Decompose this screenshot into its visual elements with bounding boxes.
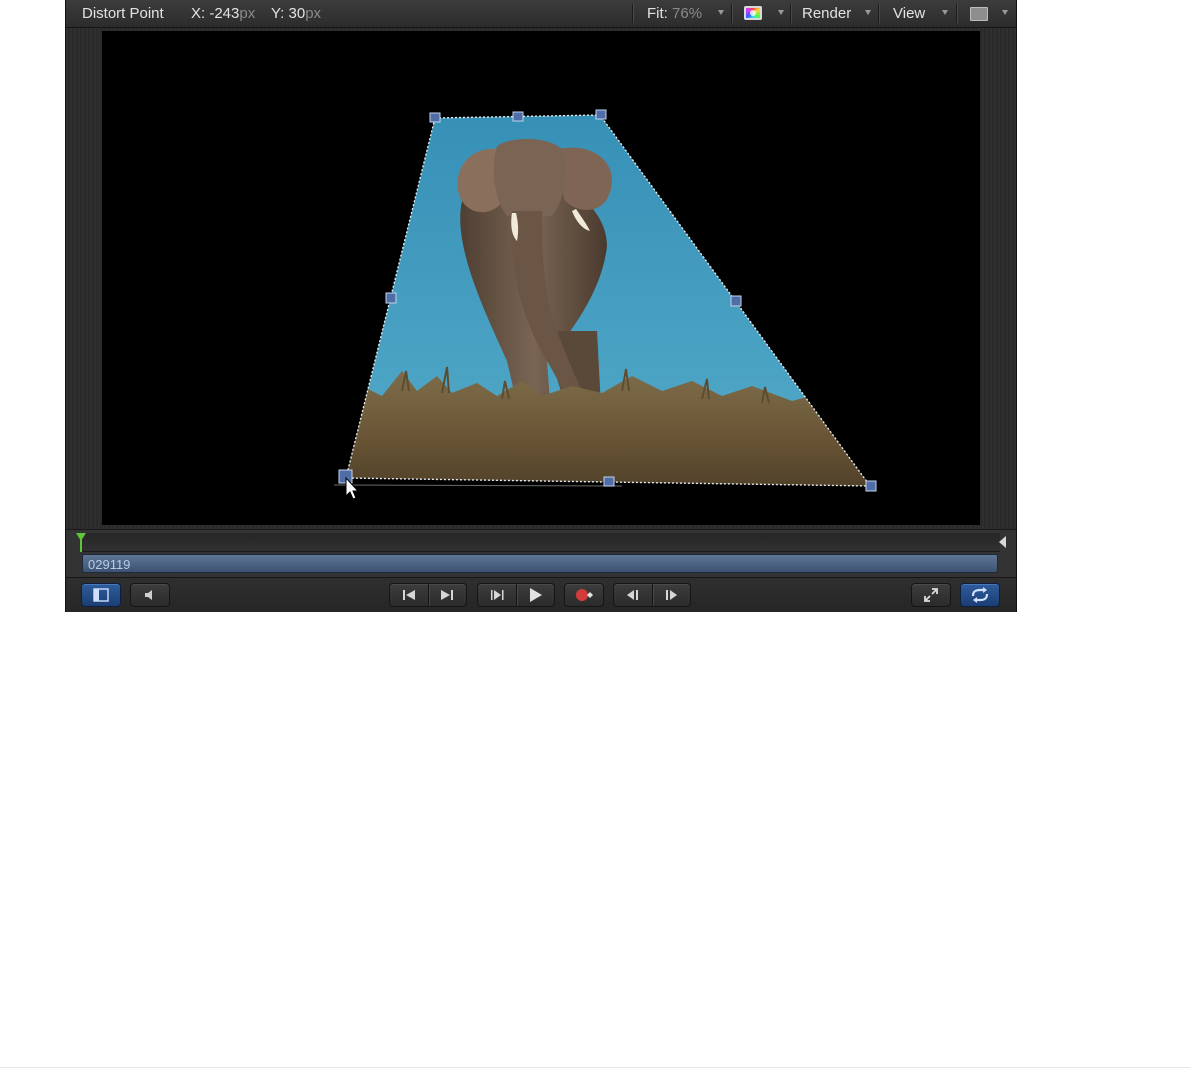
separator [790,4,791,23]
x-value: X: -243 [191,5,240,22]
separator [956,4,957,23]
fit-chevron-down-icon[interactable] [718,10,724,15]
go-to-start-button[interactable] [390,584,428,606]
separator [878,4,879,23]
next-frame-button[interactable] [651,584,691,606]
record-button[interactable] [564,583,604,607]
fullscreen-button[interactable] [911,583,951,607]
render-chevron-down-icon[interactable] [865,10,871,15]
canvas-viewer: Distort Point X: -243px Y: 30px Fit: 76%… [66,0,1016,612]
page-divider [0,1067,1190,1068]
timeline-clip-bar[interactable]: 029119 [82,554,998,573]
skip-to-end-icon [441,590,454,600]
corner-handle-top-left[interactable] [429,112,441,123]
y-coordinate: Y: 30px [271,5,321,22]
canvas[interactable] [102,31,980,525]
y-unit: px [305,5,322,22]
distorted-image [346,115,870,486]
play-icon [530,588,543,602]
fullscreen-icon [924,588,938,602]
timeline-panel-icon [93,588,109,602]
fit-zoom-menu[interactable]: Fit: 76% [647,5,702,22]
play-group [477,583,555,607]
play-from-start-button[interactable] [478,584,516,606]
fit-value: 76% [672,5,703,22]
loop-icon [971,587,989,603]
guide-line [333,484,623,487]
separator [632,4,633,23]
audio-button[interactable] [130,583,170,607]
edge-handle-right[interactable] [730,295,742,307]
transport-controls [66,577,1016,612]
canvas-area [66,28,1016,528]
x-coordinate: X: -243px [191,5,255,22]
playhead-line [80,538,82,552]
record-icon [576,589,593,601]
loop-playback-button[interactable] [960,583,1000,607]
viewer-status-bar: Distort Point X: -243px Y: 30px Fit: 76%… [66,0,1016,28]
fit-label: Fit: [647,5,668,22]
separator [731,4,732,23]
viewer-layout-icon[interactable] [970,7,988,21]
color-channels-icon[interactable] [744,6,762,20]
view-chevron-down-icon[interactable] [942,10,948,15]
skip-to-start-icon [402,590,415,600]
timeline-ruler[interactable] [80,533,1000,552]
play-from-start-icon [490,590,504,600]
clip-name: 029119 [88,557,131,572]
go-to-group [389,583,467,607]
previous-frame-icon [626,590,638,600]
play-button[interactable] [515,584,555,606]
x-unit: px [239,5,256,22]
tool-name: Distort Point [82,5,164,22]
previous-frame-button[interactable] [614,584,652,606]
show-timeline-button[interactable] [81,583,121,607]
go-to-end-button[interactable] [427,584,467,606]
frame-step-group [613,583,691,607]
corner-handle-top-right[interactable] [595,109,607,120]
mini-timeline: 029119 [66,529,1016,577]
edge-handle-bottom[interactable] [603,476,615,487]
y-value: Y: 30 [271,5,306,22]
layout-chevron-down-icon[interactable] [1002,10,1008,15]
render-menu[interactable]: Render [802,5,851,22]
speaker-icon [145,590,152,600]
channels-chevron-down-icon[interactable] [778,10,784,15]
corner-handle-bottom-right[interactable] [865,480,877,492]
view-menu[interactable]: View [893,5,925,22]
edge-handle-top[interactable] [512,111,524,122]
play-range-out-marker-icon[interactable] [999,536,1006,548]
next-frame-icon [666,590,678,600]
canvas-artwork [333,109,877,500]
edge-handle-left[interactable] [385,292,397,304]
